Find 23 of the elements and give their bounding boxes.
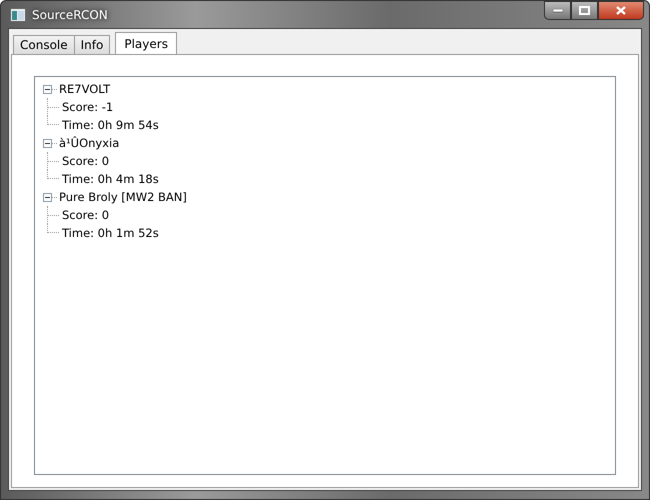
tree-item[interactable]: Score: -1: [62, 100, 114, 114]
maximize-button[interactable]: [571, 1, 598, 20]
tree-item[interactable]: Time: 0h 9m 54s: [62, 118, 159, 132]
tab[interactable]: Info: [74, 35, 110, 54]
tree-item[interactable]: à¹ÛOnyxia: [59, 136, 120, 150]
maximize-icon: [579, 6, 590, 15]
tab[interactable]: Players: [115, 32, 177, 54]
tree-item[interactable]: Score: 0: [62, 154, 110, 168]
tree-item[interactable]: Time: 0h 1m 52s: [62, 226, 159, 240]
collapse-icon[interactable]: [43, 192, 52, 202]
app-icon: [10, 8, 26, 22]
collapse-icon[interactable]: [43, 84, 52, 94]
close-icon: [616, 6, 626, 15]
tree-item[interactable]: Score: 0: [62, 208, 110, 222]
tree-item[interactable]: RE7VOLT: [59, 82, 110, 96]
tree-item[interactable]: Time: 0h 4m 18s: [62, 172, 159, 186]
tab[interactable]: Console: [13, 35, 75, 54]
tree-item[interactable]: Pure Broly [MW2 BAN]: [59, 190, 187, 204]
minimize-button[interactable]: [544, 1, 571, 20]
window-title: SourceRCON: [32, 8, 108, 22]
collapse-icon[interactable]: [43, 138, 52, 148]
minimize-icon: [552, 8, 562, 12]
close-button[interactable]: [598, 1, 644, 20]
